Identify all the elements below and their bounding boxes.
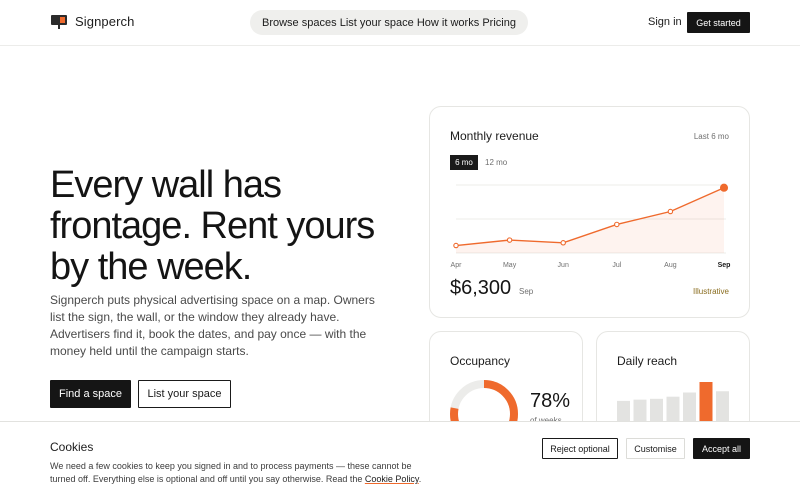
reach-bar [699, 382, 713, 424]
cookie-title: Cookies [50, 440, 94, 454]
occupancy-value: 78% [530, 390, 571, 412]
x-tick-label: Apr [451, 262, 463, 269]
sign-in-link[interactable]: Sign in [648, 16, 682, 28]
hero-subtitle: Signperch puts physical advertising spac… [50, 293, 375, 358]
illustrative-note: Illustrative [692, 287, 729, 296]
monthly-revenue-card: Monthly revenue Last 6 mo 6 mo 12 mo Apr… [429, 106, 750, 318]
cookie-body: We need a few cookies to keep you signed… [50, 461, 412, 484]
x-tick-label: Sep [718, 262, 731, 269]
revenue-point [506, 237, 513, 243]
brand[interactable]: Signperch [51, 13, 134, 29]
cookie-policy-link[interactable]: Cookie Policy [365, 474, 419, 484]
revenue-point [560, 240, 566, 246]
reach-bar [666, 396, 680, 424]
revenue-point [719, 183, 729, 192]
reach-bar [716, 391, 729, 424]
signpost-logo-icon [51, 13, 67, 29]
revenue-value-month: Sep [519, 287, 534, 296]
top-nav: Signperch Browse spaces List your space … [0, 0, 800, 46]
x-tick-label: Jul [612, 262, 621, 269]
x-tick-label: Aug [664, 262, 677, 269]
brand-name: Signperch [75, 13, 135, 29]
x-tick-label: May [503, 262, 517, 269]
nav-link-list-your-space[interactable]: List your space [340, 17, 414, 29]
revenue-area [456, 187, 724, 253]
accept-all-button[interactable]: Accept all [693, 438, 750, 459]
nav-link-how-it-works[interactable]: How it works [417, 17, 479, 29]
find-a-space-button[interactable]: Find a space [50, 380, 131, 408]
reach-bar [683, 392, 696, 424]
cookie-body-end: . [418, 474, 422, 484]
occupancy-card-title: Occupancy [450, 354, 511, 368]
cookie-banner: Cookies We need a few cookies to keep yo… [0, 421, 800, 500]
revenue-point [667, 208, 674, 215]
revenue-point [614, 221, 620, 228]
customise-button[interactable]: Customise [626, 438, 685, 459]
nav-link-browse-spaces[interactable]: Browse spaces [262, 17, 337, 29]
revenue-point [453, 242, 459, 249]
nav-links: Browse spaces List your space How it wor… [250, 10, 528, 35]
get-started-button[interactable]: Get started [687, 12, 750, 33]
nav-link-pricing[interactable]: Pricing [482, 17, 516, 29]
revenue-value: $6,300 [450, 277, 512, 299]
cookie-text: We need a few cookies to keep you signed… [50, 460, 430, 486]
list-your-space-button[interactable]: List your space [138, 380, 231, 408]
reject-optional-button[interactable]: Reject optional [542, 438, 618, 459]
hero-title: Every wall has frontage. Rent yours by t… [50, 164, 375, 288]
x-tick-label: Jun [558, 262, 569, 269]
